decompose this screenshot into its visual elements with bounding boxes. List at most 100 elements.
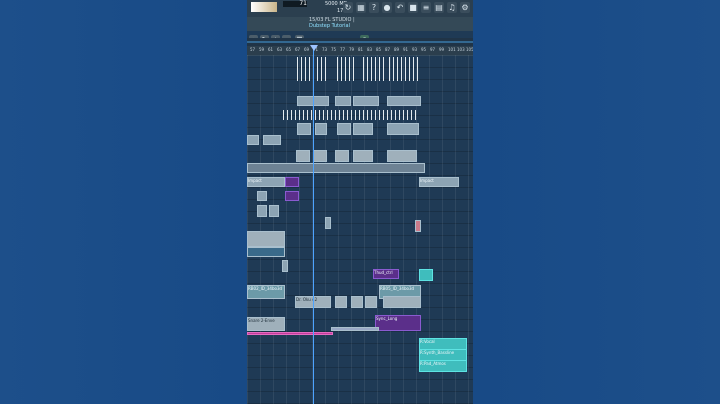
browser-icon[interactable]: ▤ — [434, 2, 444, 13]
pattern-clip[interactable] — [353, 123, 373, 135]
pattern-clip[interactable] — [315, 123, 327, 135]
ruler-tick: 67 — [295, 47, 301, 52]
hint-bar: ⌂ ✎ ✦ ✂ ☰ ◉ — [247, 17, 473, 45]
pattern-clip[interactable] — [365, 296, 377, 308]
help-icon[interactable]: ? — [369, 2, 379, 13]
pattern-clip[interactable] — [297, 123, 311, 135]
mic-icon[interactable]: ● — [382, 2, 392, 13]
lead-clip[interactable]: Sync_Long — [375, 315, 421, 331]
pattern-clip[interactable] — [387, 150, 417, 162]
ruler-tick: 93 — [412, 47, 418, 52]
playlist-overview[interactable] — [247, 38, 473, 46]
pattern-clip[interactable] — [337, 123, 351, 135]
trigger-pattern[interactable] — [337, 57, 357, 81]
ruler-tick: 79 — [349, 47, 355, 52]
playhead-line[interactable] — [313, 46, 314, 404]
pattern-clip[interactable] — [387, 96, 421, 106]
clip-label: R:Vocal — [420, 339, 435, 344]
playhead-marker[interactable] — [310, 45, 318, 51]
pattern-clip[interactable] — [263, 135, 281, 145]
ruler-tick: 73 — [322, 47, 328, 52]
pad-clip[interactable]: R:Pad_Atmos — [419, 360, 467, 372]
pattern-clip[interactable] — [257, 191, 267, 201]
teal-clip[interactable] — [419, 269, 433, 281]
ruler-tick: 99 — [439, 47, 445, 52]
ruler-tick: 77 — [340, 47, 346, 52]
automation-clip[interactable] — [247, 247, 285, 257]
pattern-clip[interactable] — [353, 96, 379, 106]
clip-label: Snare 2-Enve — [248, 318, 275, 323]
trigger-pattern[interactable] — [363, 57, 385, 81]
cpu-icon[interactable]: ▦ — [356, 2, 366, 13]
clip-label: Thud_ctrl — [374, 270, 393, 275]
ruler-tick: 61 — [268, 47, 274, 52]
top-toolbar: 71 5000 MB 17 ↻ ▦ ? ● ↶ ■ ≡ ▤ ♫ ⚙ — [247, 0, 473, 17]
ruler-tick: 57 — [250, 47, 256, 52]
pattern-clip[interactable] — [257, 205, 267, 217]
plugin-icon[interactable]: ⚙ — [460, 2, 470, 13]
ruler-tick: 59 — [259, 47, 265, 52]
ruler-tick: 89 — [394, 47, 400, 52]
clip-label: RB05_ID_34bo3d — [380, 286, 415, 291]
piano-icon[interactable]: ♫ — [447, 2, 457, 13]
pattern-clip[interactable] — [415, 220, 421, 232]
ruler-tick: 97 — [430, 47, 436, 52]
ruler-tick: 95 — [421, 47, 427, 52]
refresh-icon[interactable]: ↻ — [343, 2, 353, 13]
fl-studio-window: 71 5000 MB 17 ↻ ▦ ? ● ↶ ■ ≡ ▤ ♫ ⚙ ⌂ ✎ ✦ … — [247, 0, 473, 404]
trigger-pattern[interactable] — [297, 57, 327, 81]
pattern-clip[interactable] — [353, 150, 373, 162]
ruler-tick: 85 — [376, 47, 382, 52]
clip-label: RB02_ID_34bo3d — [248, 286, 283, 291]
pattern-clip[interactable] — [387, 123, 419, 135]
clip-label: R:Synth_Bassline — [420, 350, 455, 355]
ruler-tick: 81 — [358, 47, 364, 52]
pattern-clip[interactable] — [335, 296, 347, 308]
ruler-tick: 69 — [304, 47, 310, 52]
fx-clip[interactable]: Snare 2-Enve — [247, 317, 285, 331]
pattern-clip[interactable] — [335, 96, 351, 106]
trigger-pattern[interactable] — [389, 57, 419, 81]
pattern-clip[interactable] — [351, 296, 363, 308]
undo-icon[interactable]: ↶ — [395, 2, 405, 13]
pattern-clip[interactable] — [383, 296, 421, 308]
left-backdrop — [0, 0, 247, 404]
bass-clip[interactable]: RB02_ID_34bo3d — [247, 285, 285, 299]
pad-clip[interactable] — [247, 231, 285, 247]
pattern-clip[interactable] — [269, 205, 279, 217]
fx-clip[interactable] — [285, 191, 299, 201]
pattern-clip[interactable] — [282, 260, 288, 272]
ruler-tick: 103 — [457, 47, 465, 52]
clip-label: Sync_Long — [376, 316, 398, 321]
ruler-tick: 105 — [466, 47, 473, 52]
hat-triggers[interactable] — [283, 110, 419, 120]
thud-clip[interactable]: Thud_ctrl — [373, 269, 399, 279]
ruler-tick: 63 — [277, 47, 283, 52]
ruler-tick: 87 — [385, 47, 391, 52]
mixer-icon[interactable]: ≡ — [421, 2, 431, 13]
ruler-tick: 101 — [448, 47, 456, 52]
snare-clip[interactable] — [331, 327, 379, 331]
clip-label: R:Pad_Atmos — [420, 361, 446, 366]
ruler-tick: 75 — [331, 47, 337, 52]
pattern-clip[interactable] — [247, 135, 259, 145]
pattern-clip[interactable] — [325, 217, 331, 229]
save-icon[interactable]: ■ — [408, 2, 418, 13]
fx-clip[interactable] — [285, 177, 299, 187]
impact-clip[interactable]: Impact — [247, 177, 285, 187]
clip-label: Impact — [248, 178, 262, 183]
pattern-clip[interactable] — [296, 150, 310, 162]
playlist-grid[interactable]: Impact Impact Thud_ctrl RB02_ID_34bo3d R… — [247, 55, 473, 404]
pattern-clip[interactable] — [335, 150, 349, 162]
right-backdrop — [473, 0, 720, 404]
clip-label: Impact — [420, 178, 434, 183]
pattern-clip[interactable] — [313, 150, 327, 162]
ruler-tick: 65 — [286, 47, 292, 52]
tempo-display[interactable]: 71 — [283, 1, 307, 7]
master-pitch-knob[interactable] — [251, 2, 277, 12]
automation-line[interactable] — [247, 332, 333, 335]
hint-subtitle: Dubstep Tutorial — [309, 23, 350, 29]
pattern-clip[interactable] — [247, 163, 425, 173]
ruler-tick: 91 — [403, 47, 409, 52]
impact-clip[interactable]: Impact — [419, 177, 459, 187]
